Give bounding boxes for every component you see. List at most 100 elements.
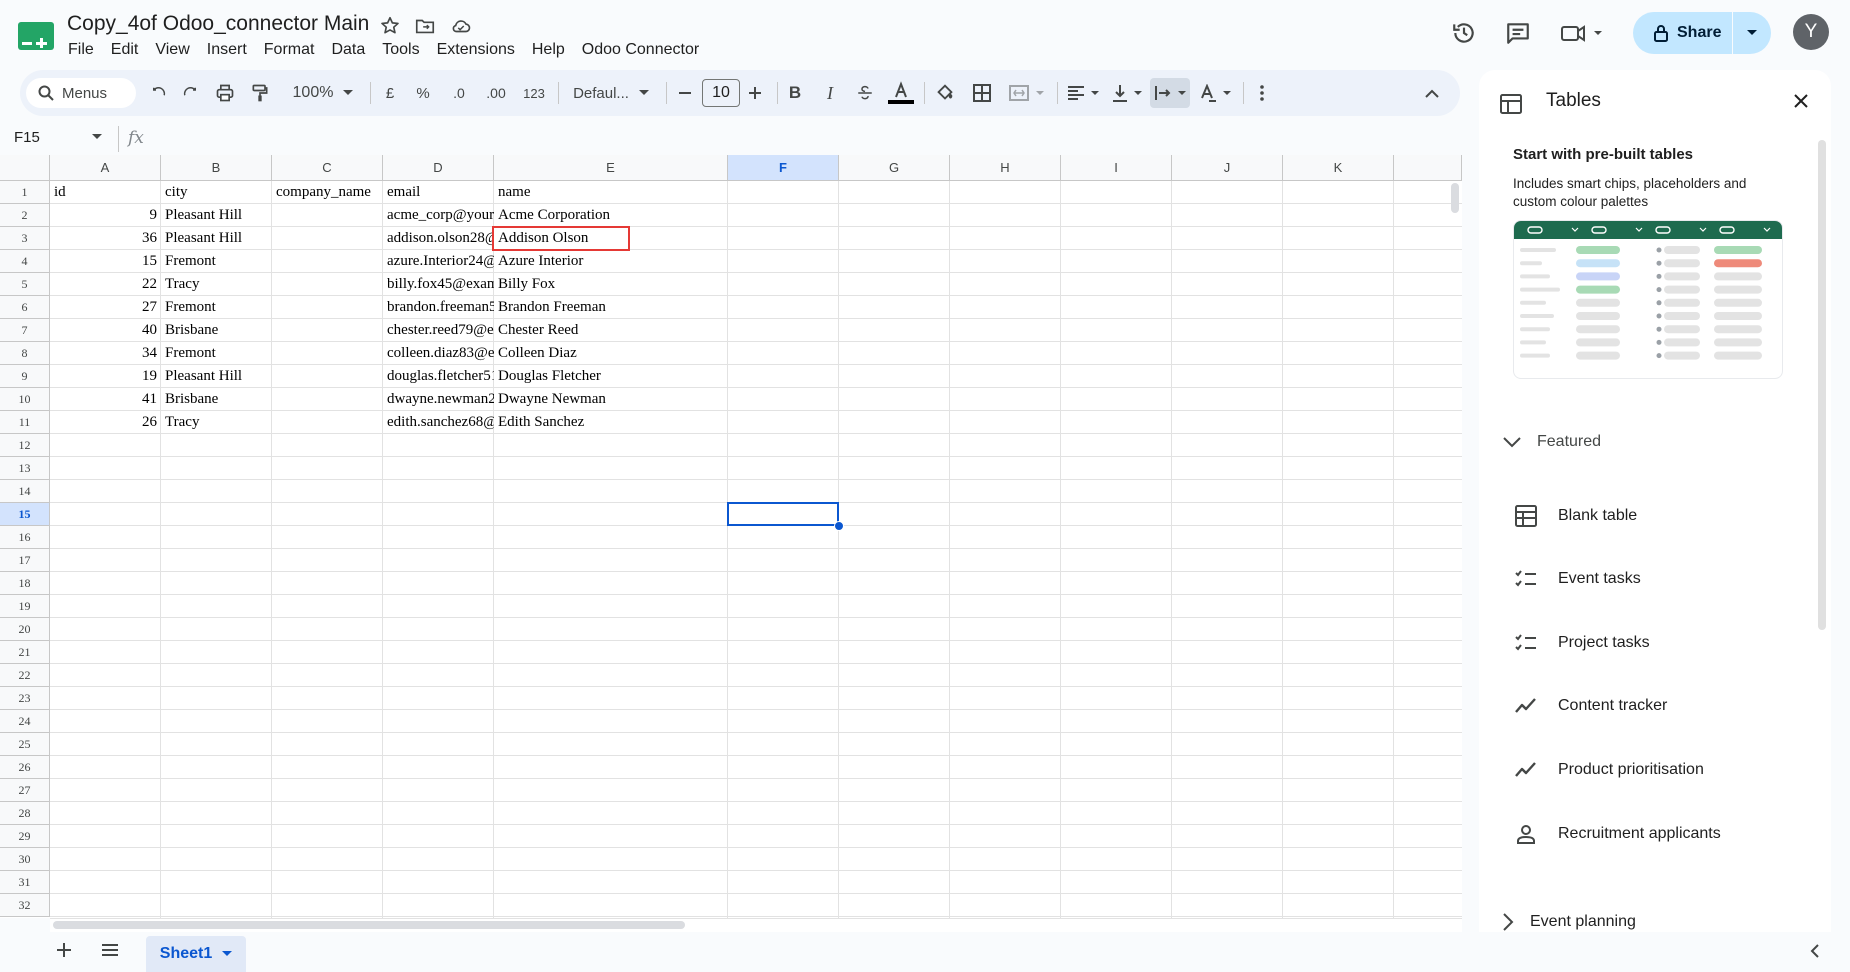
row-header[interactable]: 14: [0, 480, 50, 503]
cell[interactable]: Dwayne Newman: [494, 388, 728, 411]
cell[interactable]: brandon.freeman5: [383, 296, 494, 319]
cell[interactable]: Fremont: [161, 296, 272, 319]
row-header[interactable]: 12: [0, 434, 50, 457]
row-header[interactable]: 2: [0, 204, 50, 227]
row-header[interactable]: 26: [0, 756, 50, 779]
percent-format-button[interactable]: %: [410, 78, 436, 108]
row-header[interactable]: 15: [0, 503, 50, 526]
zoom-select[interactable]: 100%: [286, 78, 360, 108]
cell[interactable]: Fremont: [161, 342, 272, 365]
menus-search-button[interactable]: Menus: [26, 78, 136, 108]
version-history-icon[interactable]: [1447, 16, 1481, 50]
cell[interactable]: acme_corp@yourco: [383, 204, 494, 227]
cell[interactable]: Chester Reed: [494, 319, 728, 342]
share-button[interactable]: Share: [1633, 12, 1771, 54]
menu-data[interactable]: Data: [331, 40, 374, 59]
column-header[interactable]: B: [161, 155, 272, 181]
cell[interactable]: 41: [50, 388, 161, 411]
comments-icon[interactable]: [1501, 16, 1535, 50]
select-all-corner[interactable]: [0, 155, 50, 181]
featured-section-toggle[interactable]: Featured: [1503, 433, 1601, 451]
cell[interactable]: Pleasant Hill: [161, 204, 272, 227]
text-wrapping-icon[interactable]: [1150, 78, 1190, 108]
chevron-down-icon[interactable]: [92, 134, 102, 140]
cell[interactable]: id: [50, 181, 161, 204]
cell[interactable]: 15: [50, 250, 161, 273]
sheet-tab[interactable]: Sheet1: [146, 936, 246, 972]
column-header[interactable]: A: [50, 155, 161, 181]
selected-cell[interactable]: [727, 502, 839, 526]
cell[interactable]: azure.Interior24@: [383, 250, 494, 273]
cell[interactable]: colleen.diaz83@ex: [383, 342, 494, 365]
font-size-increase-icon[interactable]: [743, 78, 767, 108]
cell[interactable]: douglas.fletcher51: [383, 365, 494, 388]
column-header[interactable]: G: [839, 155, 950, 181]
spreadsheet-grid[interactable]: A B C D E F G H I J K 1 2 3 4 5 6 7 8 9 10 11 12 13 14 15 16 17 18 19…: [0, 155, 1462, 918]
cell[interactable]: Brisbane: [161, 388, 272, 411]
cell[interactable]: 34: [50, 342, 161, 365]
hide-menus-chevron-up-icon[interactable]: [1418, 78, 1446, 108]
cell[interactable]: chester.reed79@ex: [383, 319, 494, 342]
borders-icon[interactable]: [968, 78, 996, 108]
row-header[interactable]: 4: [0, 250, 50, 273]
paint-format-icon[interactable]: [246, 78, 274, 108]
column-header[interactable]: K: [1283, 155, 1394, 181]
number-format-button[interactable]: 123: [517, 78, 551, 108]
cell[interactable]: city: [161, 181, 272, 204]
cell[interactable]: 19: [50, 365, 161, 388]
row-header[interactable]: 6: [0, 296, 50, 319]
row-header[interactable]: 20: [0, 618, 50, 641]
cell[interactable]: billy.fox45@exam: [383, 273, 494, 296]
cell[interactable]: email: [383, 181, 494, 204]
menu-file[interactable]: File: [68, 40, 103, 59]
row-header[interactable]: 27: [0, 779, 50, 802]
cell[interactable]: 36: [50, 227, 161, 250]
row-header[interactable]: 32: [0, 894, 50, 917]
prebuilt-table-preview[interactable]: [1513, 220, 1783, 379]
name-box[interactable]: F15: [14, 129, 40, 146]
column-header[interactable]: C: [272, 155, 383, 181]
row-header[interactable]: 16: [0, 526, 50, 549]
currency-format-button[interactable]: £: [377, 78, 403, 108]
increase-decimal-button[interactable]: .00: [479, 78, 513, 108]
cell[interactable]: dwayne.newman2: [383, 388, 494, 411]
row-header[interactable]: 29: [0, 825, 50, 848]
row-header[interactable]: 8: [0, 342, 50, 365]
menu-odoo-connector[interactable]: Odoo Connector: [582, 40, 708, 59]
close-icon[interactable]: [1794, 94, 1808, 108]
column-header[interactable]: E: [494, 155, 728, 181]
fill-color-icon[interactable]: [931, 78, 959, 108]
row-header[interactable]: 25: [0, 733, 50, 756]
chevron-down-icon[interactable]: [222, 951, 233, 957]
avatar[interactable]: Y: [1793, 14, 1829, 50]
cell[interactable]: 9: [50, 204, 161, 227]
horizontal-align-icon[interactable]: [1063, 78, 1103, 108]
cell[interactable]: edith.sanchez68@: [383, 411, 494, 434]
cell[interactable]: company_name: [272, 181, 383, 204]
row-header[interactable]: 21: [0, 641, 50, 664]
document-title[interactable]: Copy_4of Odoo_connector Main: [67, 12, 369, 36]
row-header[interactable]: 17: [0, 549, 50, 572]
menu-view[interactable]: View: [155, 40, 198, 59]
decrease-decimal-button[interactable]: .0: [444, 78, 474, 108]
row-header[interactable]: 18: [0, 572, 50, 595]
horizontal-scrollbar[interactable]: [53, 921, 685, 929]
column-header[interactable]: D: [383, 155, 494, 181]
font-size-input[interactable]: 10: [702, 79, 740, 107]
bold-icon[interactable]: B: [782, 78, 808, 108]
row-header[interactable]: 5: [0, 273, 50, 296]
cell[interactable]: 26: [50, 411, 161, 434]
undo-icon[interactable]: [145, 78, 173, 108]
more-options-icon[interactable]: [1250, 78, 1274, 108]
cloud-saved-icon[interactable]: [450, 15, 472, 37]
fill-handle[interactable]: [834, 521, 844, 531]
font-size-decrease-icon[interactable]: [673, 78, 697, 108]
merge-cells-icon[interactable]: [1006, 78, 1050, 108]
row-header[interactable]: 30: [0, 848, 50, 871]
cell[interactable]: Brandon Freeman: [494, 296, 728, 319]
share-options-chevron-down-icon[interactable]: [1733, 29, 1771, 37]
template-content-tracker[interactable]: Content tracker: [1514, 694, 1667, 718]
row-header[interactable]: 31: [0, 871, 50, 894]
column-header[interactable]: H: [950, 155, 1061, 181]
cell[interactable]: Tracy: [161, 411, 272, 434]
